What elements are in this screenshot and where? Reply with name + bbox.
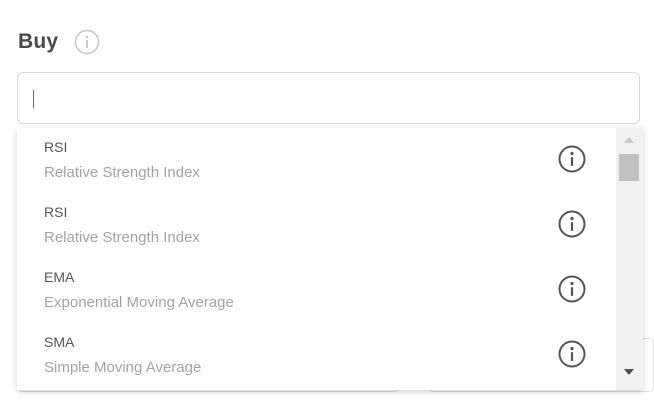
- field-header: Buy: [18, 27, 100, 57]
- page: Buy RSI Relative Strength Index RSI Rela…: [0, 0, 654, 406]
- indicator-list: RSI Relative Strength Index RSI Relative…: [17, 128, 616, 390]
- item-code: RSI: [44, 139, 68, 155]
- info-circle-icon[interactable]: [74, 29, 100, 55]
- item-description: Simple Moving Average: [44, 359, 202, 376]
- item-code: SMA: [44, 334, 75, 350]
- indicator-dropdown: RSI Relative Strength Index RSI Relative…: [17, 128, 643, 390]
- text-caret: [33, 90, 34, 108]
- field-title: Buy: [18, 30, 59, 53]
- info-circle-icon[interactable]: [557, 144, 587, 174]
- item-code: EMA: [44, 269, 75, 285]
- scroll-down-arrow-icon[interactable]: [624, 369, 634, 375]
- list-item[interactable]: SMA Simple Moving Average: [17, 323, 616, 388]
- list-item[interactable]: RSI Relative Strength Index: [17, 128, 616, 193]
- dropdown-scrollbar[interactable]: [616, 128, 643, 390]
- info-circle-icon[interactable]: [557, 274, 587, 304]
- list-item[interactable]: RSI Relative Strength Index: [17, 193, 616, 258]
- item-description: Relative Strength Index: [44, 229, 200, 246]
- info-circle-icon[interactable]: [557, 209, 587, 239]
- info-circle-icon[interactable]: [557, 339, 587, 369]
- item-description: Relative Strength Index: [44, 164, 200, 181]
- scroll-up-arrow-icon[interactable]: [624, 137, 634, 143]
- list-item[interactable]: EMA Exponential Moving Average: [17, 258, 616, 323]
- item-description: Exponential Moving Average: [44, 294, 234, 311]
- scroll-thumb[interactable]: [619, 154, 639, 181]
- search-input[interactable]: [17, 72, 640, 124]
- item-code: RSI: [44, 204, 68, 220]
